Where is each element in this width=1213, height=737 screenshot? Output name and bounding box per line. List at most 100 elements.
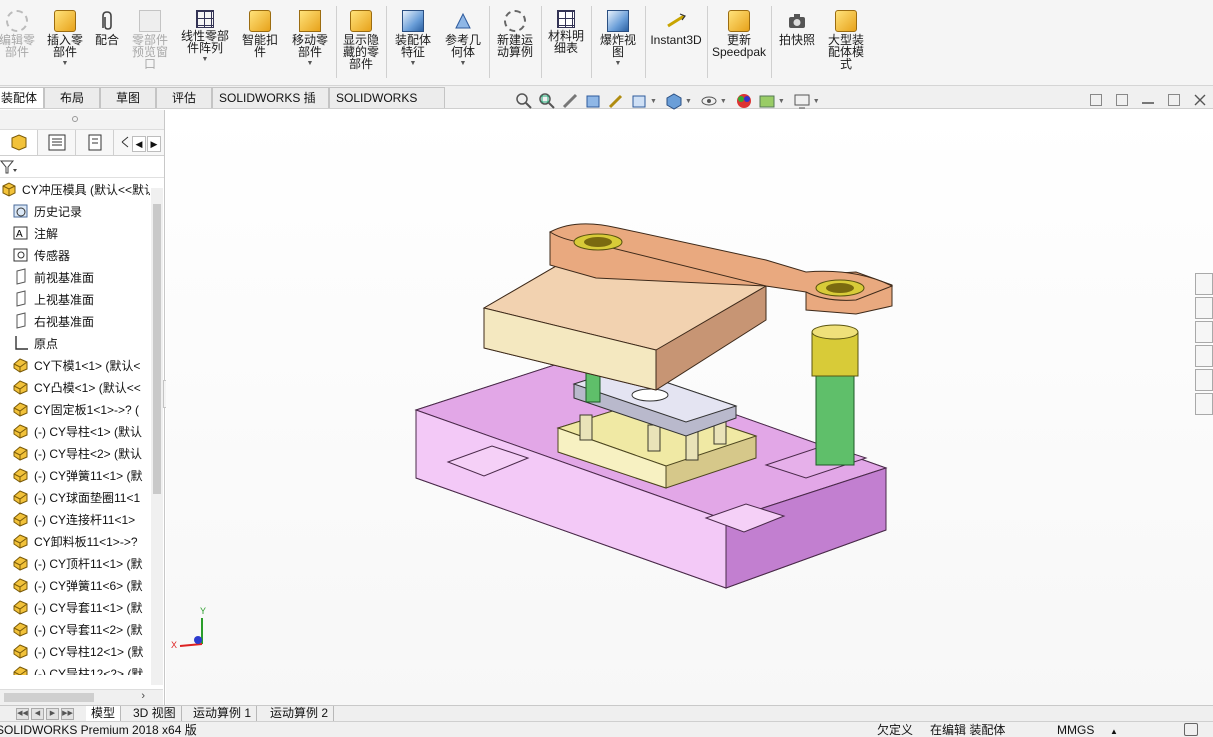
chevron-down-icon[interactable]: ▼ [460, 60, 467, 67]
tree-item[interactable]: (-) CY导套11<2> (默 [0, 618, 150, 640]
tree-item[interactable]: (-) CY导套11<1> (默 [0, 596, 150, 618]
edit-component-button[interactable]: 编辑零 部件 [0, 4, 42, 84]
tree-item[interactable]: A 注解 [0, 222, 150, 244]
chevron-down-icon[interactable]: ▼ [778, 98, 785, 105]
restore-icon[interactable] [1168, 94, 1180, 106]
tree-item[interactable]: CY凸模<1> (默认<< [0, 376, 150, 398]
guide-post-right[interactable] [811, 324, 859, 466]
tree-root-assembly[interactable]: CY冲压模具 (默认<<默认 [0, 178, 150, 200]
tree-item[interactable]: (-) CY球面垫圈11<1 [0, 486, 150, 508]
first-tab-icon[interactable]: ◀◀ [16, 708, 29, 720]
tab-solidworks-mbd[interactable]: SOLIDWORKS MBD [329, 87, 445, 125]
zoom-to-fit-icon[interactable] [515, 92, 533, 110]
chevron-down-icon[interactable]: ▼ [813, 98, 820, 105]
tab-assembly[interactable]: 装配体 [0, 87, 44, 108]
tree-item[interactable]: CY下模1<1> (默认< [0, 354, 150, 376]
tile-right-icon[interactable] [1116, 94, 1128, 106]
insert-component-button[interactable]: 插入零 部件 ▼ [42, 4, 88, 84]
home-icon[interactable] [1195, 273, 1213, 295]
mate-button[interactable]: 配合 [90, 4, 124, 84]
chevron-down-icon[interactable]: ▼ [685, 98, 692, 105]
tree-vertical-scrollbar[interactable] [151, 188, 163, 685]
tile-left-icon[interactable] [1090, 94, 1102, 106]
feature-manager-tab[interactable] [0, 130, 38, 155]
next-tab-icon[interactable]: ▶ [46, 708, 59, 720]
chevron-down-icon[interactable]: ▼ [202, 56, 209, 63]
tree-horizontal-scrollbar[interactable]: › [0, 689, 163, 705]
stamping-die-model[interactable] [166, 110, 1213, 705]
scroll-left-icon[interactable]: ◀ [132, 136, 146, 152]
tree-item[interactable]: CY固定板1<1>->? ( [0, 398, 150, 420]
tree-item[interactable]: (-) CY连接杆11<1> [0, 508, 150, 530]
tree-item[interactable]: 前视基准面 [0, 266, 150, 288]
property-manager-tab[interactable] [38, 130, 76, 155]
tree-item[interactable]: 右视基准面 [0, 310, 150, 332]
reference-geometry-button[interactable]: 参考几 何体 ▼ [439, 4, 487, 84]
chevron-down-icon[interactable]: ▼ [615, 60, 622, 67]
tree-item[interactable]: (-) CY弹簧11<1> (默 [0, 464, 150, 486]
tab-solidworks-addins[interactable]: SOLIDWORKS 插件 [212, 87, 329, 125]
minimize-icon[interactable] [1142, 94, 1154, 104]
chevron-down-icon[interactable]: ▼ [650, 98, 657, 105]
scroll-right-icon[interactable]: › [141, 690, 145, 702]
tab-motion-study-1[interactable]: 运动算例 1 [188, 706, 258, 722]
view-palette-icon[interactable] [1195, 345, 1213, 367]
view-orientation-icon[interactable] [630, 92, 648, 110]
chevron-down-icon[interactable]: ▼ [410, 60, 417, 67]
previous-view-icon[interactable] [561, 92, 579, 110]
take-snapshot-button[interactable]: 拍快照 [774, 4, 820, 84]
tab-evaluate[interactable]: 评估 [156, 87, 212, 108]
last-tab-icon[interactable]: ▶▶ [61, 708, 74, 720]
scrollbar-thumb[interactable] [4, 693, 94, 702]
show-hidden-components-button[interactable]: 显示隐 藏的零 部件 [338, 4, 384, 84]
tree-item[interactable]: (-) CY导柱<2> (默认 [0, 442, 150, 464]
dynamic-annotation-icon[interactable] [607, 92, 625, 110]
tab-3d-view[interactable]: 3D 视图 [128, 706, 182, 722]
dimxpert-tab[interactable] [114, 130, 134, 155]
move-component-button[interactable]: 移动零 部件 ▼ [286, 4, 334, 84]
pane-grip-icon[interactable] [72, 116, 78, 122]
units-arrow-icon[interactable]: ▲ [1110, 725, 1118, 737]
new-motion-study-button[interactable]: 新建运 动算例 [491, 4, 539, 84]
tab-model[interactable]: 模型 [86, 706, 122, 722]
chevron-down-icon[interactable]: ▼ [62, 60, 69, 67]
large-assembly-mode-button[interactable]: 大型装 配体模 式 [822, 4, 870, 84]
chevron-down-icon[interactable]: ▼ [307, 60, 314, 67]
filter-icon[interactable] [0, 159, 20, 178]
tree-item[interactable]: (-) CY顶杆11<1> (默 [0, 552, 150, 574]
hide-show-items-icon[interactable] [700, 92, 718, 110]
zoom-to-area-icon[interactable] [538, 92, 556, 110]
section-view-icon[interactable] [584, 92, 602, 110]
edit-appearance-icon[interactable] [735, 92, 753, 110]
scrollbar-thumb[interactable] [153, 204, 161, 494]
tree-item[interactable]: (-) CY弹簧11<6> (默 [0, 574, 150, 596]
configuration-manager-tab[interactable] [76, 130, 114, 155]
tree-item[interactable]: (-) CY导柱12<2> (默 [0, 662, 150, 675]
tree-item[interactable]: 历史记录 [0, 200, 150, 222]
smart-fasteners-button[interactable]: 智能扣 件 [236, 4, 284, 84]
graphics-area[interactable]: Y X [166, 110, 1213, 705]
assembly-features-button[interactable]: 装配体 特征 ▼ [389, 4, 437, 84]
tree-item[interactable]: CY卸料板11<1>->? [0, 530, 150, 552]
linear-component-pattern-button[interactable]: 线性零部 件阵列 ▼ [176, 4, 234, 84]
tab-sketch[interactable]: 草图 [100, 87, 156, 108]
component-preview-window-button[interactable]: 零部件 预览窗 口 [126, 4, 174, 84]
custom-properties-icon[interactable] [1195, 393, 1213, 415]
exploded-view-button[interactable]: 爆炸视 图 ▼ [593, 4, 643, 84]
previous-tab-icon[interactable]: ◀ [31, 708, 44, 720]
appearances-icon[interactable] [1195, 369, 1213, 391]
scroll-right-icon[interactable]: ▶ [147, 136, 161, 152]
quick-tips-icon[interactable] [1184, 723, 1198, 736]
close-icon[interactable] [1194, 94, 1206, 106]
tree-item[interactable]: 传感器 [0, 244, 150, 266]
bill-of-materials-button[interactable]: 材料明 细表 [543, 4, 589, 84]
tree-item[interactable]: (-) CY导柱<1> (默认 [0, 420, 150, 442]
status-units[interactable]: MMGS [1057, 723, 1094, 737]
apply-scene-icon[interactable] [758, 92, 776, 110]
instant3d-button[interactable]: Instant3D [647, 4, 705, 84]
tab-motion-study-2[interactable]: 运动算例 2 [265, 706, 335, 722]
view-settings-icon[interactable] [793, 92, 811, 110]
tree-item[interactable]: (-) CY导柱12<1> (默 [0, 640, 150, 662]
update-speedpak-button[interactable]: 更新 Speedpak [710, 4, 768, 84]
folder-icon[interactable] [1195, 321, 1213, 343]
